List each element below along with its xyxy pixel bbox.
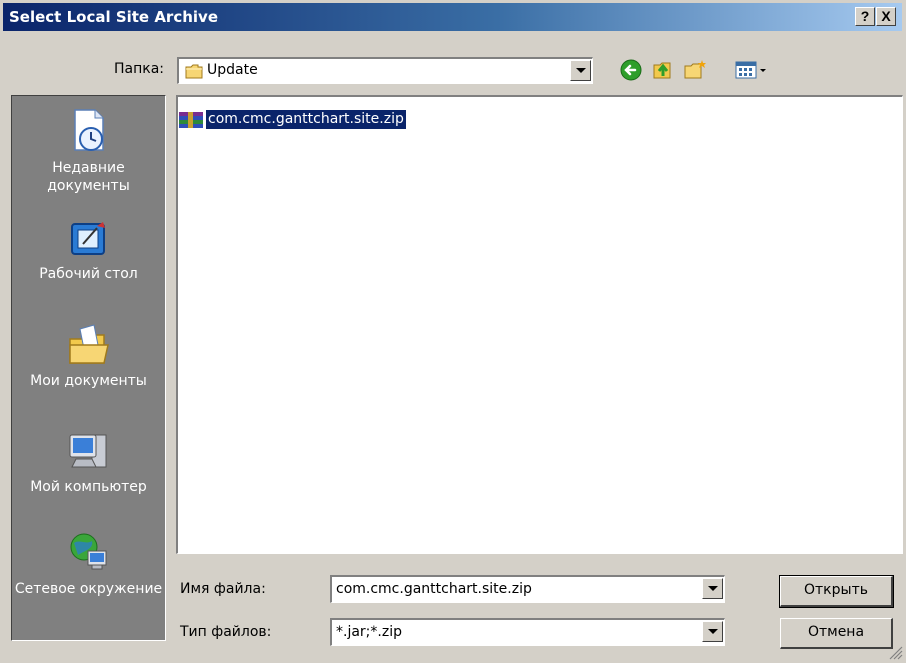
help-button[interactable]: ? [855, 7, 875, 26]
recent-documents-icon [73, 109, 104, 151]
up-folder-icon[interactable] [650, 57, 676, 83]
place-recent-documents[interactable]: Недавние документы [12, 106, 165, 195]
view-menu-icon[interactable] [733, 57, 773, 83]
network-icon [70, 533, 106, 570]
desktop-icon [70, 222, 105, 255]
filetype-value: *.jar;*.zip [336, 624, 402, 640]
back-icon[interactable] [618, 57, 644, 83]
places-bar: Недавние документы Рабочий стол Мои доку… [11, 95, 166, 641]
place-my-documents[interactable]: Мои документы [12, 323, 165, 390]
title-bar[interactable]: Select Local Site Archive ? X [3, 3, 902, 31]
place-label: Недавние документы [47, 160, 130, 194]
file-list[interactable]: com.cmc.ganttchart.site.zip [176, 95, 903, 554]
lookin-label: Папка: [113, 61, 164, 77]
place-label: Сетевое окружение [14, 581, 163, 597]
resize-grip-icon[interactable] [889, 646, 903, 660]
filetype-combo[interactable]: *.jar;*.zip [330, 618, 725, 646]
window-title: Select Local Site Archive [9, 8, 218, 26]
folder-icon [185, 64, 203, 79]
place-label: Мой компьютер [30, 479, 147, 495]
place-label: Мои документы [30, 373, 147, 389]
lookin-value: Update [207, 62, 258, 78]
cancel-button[interactable]: Отмена [780, 618, 893, 649]
filetype-dropdown-button[interactable] [702, 621, 723, 642]
place-label: Рабочий стол [39, 266, 138, 282]
filename-label: Имя файла: [180, 581, 266, 597]
lookin-dropdown-button[interactable] [570, 60, 591, 81]
new-folder-icon[interactable] [682, 57, 708, 83]
filename-dropdown-button[interactable] [702, 578, 723, 599]
file-name: com.cmc.ganttchart.site.zip [206, 110, 406, 129]
filetype-label: Тип файлов: [180, 624, 272, 640]
filename-combo[interactable]: com.cmc.ganttchart.site.zip [330, 575, 725, 603]
my-computer-icon [69, 434, 106, 468]
filename-value: com.cmc.ganttchart.site.zip [336, 581, 532, 597]
open-button[interactable]: Открыть [779, 575, 894, 608]
place-network[interactable]: Сетевое окружение [12, 531, 165, 598]
winrar-archive-icon [179, 112, 203, 128]
my-documents-icon [68, 324, 109, 364]
select-archive-dialog: Select Local Site Archive ? X Папка: Upd… [0, 0, 906, 663]
close-button[interactable]: X [876, 7, 896, 26]
lookin-combo[interactable]: Update [177, 57, 593, 84]
place-my-computer[interactable]: Мой компьютер [12, 429, 165, 496]
place-desktop[interactable]: Рабочий стол [12, 218, 165, 283]
